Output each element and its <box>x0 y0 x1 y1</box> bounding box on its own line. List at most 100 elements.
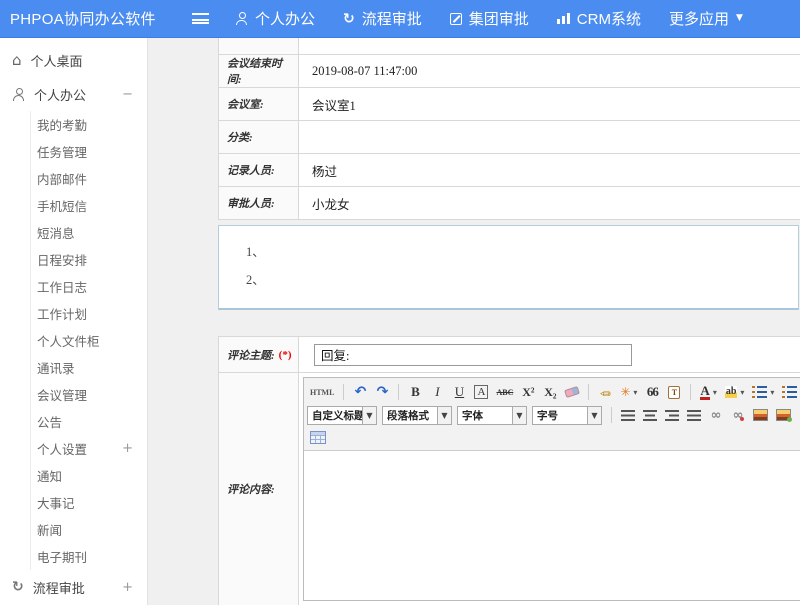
align-right-glyph <box>665 410 679 421</box>
char-border-icon[interactable]: A <box>471 383 491 402</box>
nav-workflow-approval[interactable]: ↻ 流程审批 <box>343 8 422 29</box>
sidebar-item-e-journal[interactable]: 电子期刊 <box>1 543 147 570</box>
editor-content-area[interactable] <box>304 451 800 600</box>
content-line: 2、 <box>246 266 798 294</box>
font-family-select[interactable]: 字体 ▼ <box>457 406 527 425</box>
paste-as-text-icon[interactable]: T <box>664 383 684 402</box>
sidebar-item-personal-office[interactable]: 个人办公 − <box>0 77 147 111</box>
select-value: 自定义标题 <box>308 408 362 423</box>
sidebar-item-major-events[interactable]: 大事记 <box>1 489 147 516</box>
hamburger-menu-icon[interactable] <box>192 13 209 24</box>
quick-format-icon[interactable]: ✳ <box>617 383 640 402</box>
bar-chart-icon <box>557 13 570 24</box>
remove-format-icon[interactable] <box>562 383 582 402</box>
remove-link-icon[interactable]: ∞ <box>728 406 748 425</box>
sidebar-item-label: 会议管理 <box>37 385 87 404</box>
font-color-icon[interactable]: A <box>697 383 719 402</box>
sidebar-item-label: 我的考勤 <box>37 115 87 134</box>
sidebar-item-notice[interactable]: 通知 <box>1 462 147 489</box>
sidebar-item-label: 内部邮件 <box>37 169 87 188</box>
align-left-icon[interactable] <box>618 406 638 425</box>
nav-label: 更多应用 <box>669 8 729 29</box>
sidebar-submenu: 我的考勤 任务管理 内部邮件 手机短信 短消息 日程安排 工作日志 工作计划 个… <box>30 111 147 570</box>
sidebar-item-label: 流程审批 <box>33 578 85 597</box>
sidebar-item-work-log[interactable]: 工作日志 <box>1 273 147 300</box>
eraser-icon <box>564 386 580 398</box>
unordered-list-glyph <box>782 386 797 398</box>
rich-text-editor: HTML ↶ ↷ B I U A ABC X² X₂ <box>303 377 800 601</box>
sidebar-item-announcement[interactable]: 公告 <box>1 408 147 435</box>
blockquote-icon[interactable]: 66 <box>642 383 662 402</box>
toolbar-row-3 <box>307 426 800 448</box>
subscript-icon[interactable]: X₂ <box>540 383 560 402</box>
sidebar-item-personal-settings[interactable]: 个人设置 + <box>1 435 147 462</box>
field-value <box>299 337 800 372</box>
field-value: 杨过 <box>299 154 800 186</box>
nav-crm-system[interactable]: CRM系统 <box>557 8 641 29</box>
highlight-color-icon[interactable]: ab <box>722 383 748 402</box>
sidebar-item-short-message[interactable]: 短消息 <box>1 219 147 246</box>
expand-icon[interactable]: + <box>122 441 133 456</box>
sidebar-item-personal-files[interactable]: 个人文件柜 <box>1 327 147 354</box>
heading-select[interactable]: 自定义标题 ▼ <box>307 406 377 425</box>
net-image-icon[interactable] <box>773 406 794 425</box>
field-label: 审批人员: <box>219 187 299 219</box>
redo-icon[interactable]: ↷ <box>372 383 392 402</box>
align-center-icon[interactable] <box>640 406 660 425</box>
italic-icon[interactable]: I <box>427 383 447 402</box>
insert-media-icon[interactable] <box>796 406 800 425</box>
insert-image-icon[interactable] <box>750 406 771 425</box>
app-logo[interactable]: PHPOA协同办公软件 <box>0 8 192 29</box>
html-source-button[interactable]: HTML <box>307 383 337 402</box>
align-right-icon[interactable] <box>662 406 682 425</box>
person-icon <box>235 12 248 25</box>
nav-personal-office[interactable]: 个人办公 <box>235 8 315 29</box>
sidebar-item-my-attendance[interactable]: 我的考勤 <box>1 111 147 138</box>
nav-more-apps[interactable]: 更多应用 ▼ <box>669 8 743 29</box>
content-line: 1、 <box>246 238 798 266</box>
table-row: 会议室: 会议室1 <box>219 88 800 121</box>
sidebar-item-news[interactable]: 新闻 <box>1 516 147 543</box>
superscript-icon[interactable]: X² <box>518 383 538 402</box>
field-label: 分类: <box>219 121 299 153</box>
collapse-icon[interactable]: − <box>122 87 133 102</box>
ordered-list-icon[interactable] <box>749 383 777 402</box>
sidebar-item-schedule[interactable]: 日程安排 <box>1 246 147 273</box>
comment-form: 评论主题: (*) 评论内容: HTML ↶ ↷ <box>218 336 800 605</box>
align-justify-icon[interactable] <box>684 406 704 425</box>
nav-label: 个人办公 <box>255 8 315 29</box>
sidebar-item-work-plan[interactable]: 工作计划 <box>1 300 147 327</box>
bold-icon[interactable]: B <box>405 383 425 402</box>
brush-glyph: ✏ <box>600 386 611 399</box>
link-glyph: ∞ <box>711 409 722 422</box>
sidebar-item-meeting-management[interactable]: 会议管理 <box>1 381 147 408</box>
comment-subject-input[interactable] <box>314 344 632 366</box>
nav-group-approval[interactable]: 集团审批 <box>450 8 529 29</box>
cycle-icon: ↻ <box>343 12 355 26</box>
undo-icon[interactable]: ↶ <box>350 383 370 402</box>
insert-link-icon[interactable]: ∞ <box>706 406 726 425</box>
sidebar-item-label: 通讯录 <box>37 358 75 377</box>
sidebar-item-contacts[interactable]: 通讯录 <box>1 354 147 381</box>
sidebar-item-personal-desktop[interactable]: ⌂ 个人桌面 <box>0 43 147 77</box>
sidebar-item-workflow-approval[interactable]: ↻ 流程审批 + <box>0 570 147 604</box>
expand-icon[interactable]: + <box>122 580 133 595</box>
sidebar-item-internal-mail[interactable]: 内部邮件 <box>1 165 147 192</box>
unordered-list-icon[interactable] <box>779 383 800 402</box>
comment-subject-row: 评论主题: (*) <box>219 337 800 373</box>
nav-label: 流程审批 <box>362 8 422 29</box>
strikethrough-icon[interactable]: ABC <box>493 383 516 402</box>
field-value: 2019-08-07 11:47:00 <box>299 55 800 87</box>
insert-table-icon[interactable] <box>307 428 329 447</box>
sidebar-item-task-management[interactable]: 任务管理 <box>1 138 147 165</box>
meeting-content-box: 1、 2、 <box>218 225 799 310</box>
format-brush-icon[interactable]: ✏ <box>595 383 615 402</box>
sidebar-item-label: 工作计划 <box>37 304 87 323</box>
font-size-select[interactable]: 字号 ▼ <box>532 406 602 425</box>
paragraph-format-select[interactable]: 段落格式 ▼ <box>382 406 452 425</box>
underline-icon[interactable]: U <box>449 383 469 402</box>
char-border-glyph: A <box>474 385 488 399</box>
nav-label: 集团审批 <box>469 8 529 29</box>
sidebar: ⌂ 个人桌面 个人办公 − 我的考勤 任务管理 内部邮件 手机短信 短消息 日程… <box>0 38 148 605</box>
sidebar-item-mobile-sms[interactable]: 手机短信 <box>1 192 147 219</box>
